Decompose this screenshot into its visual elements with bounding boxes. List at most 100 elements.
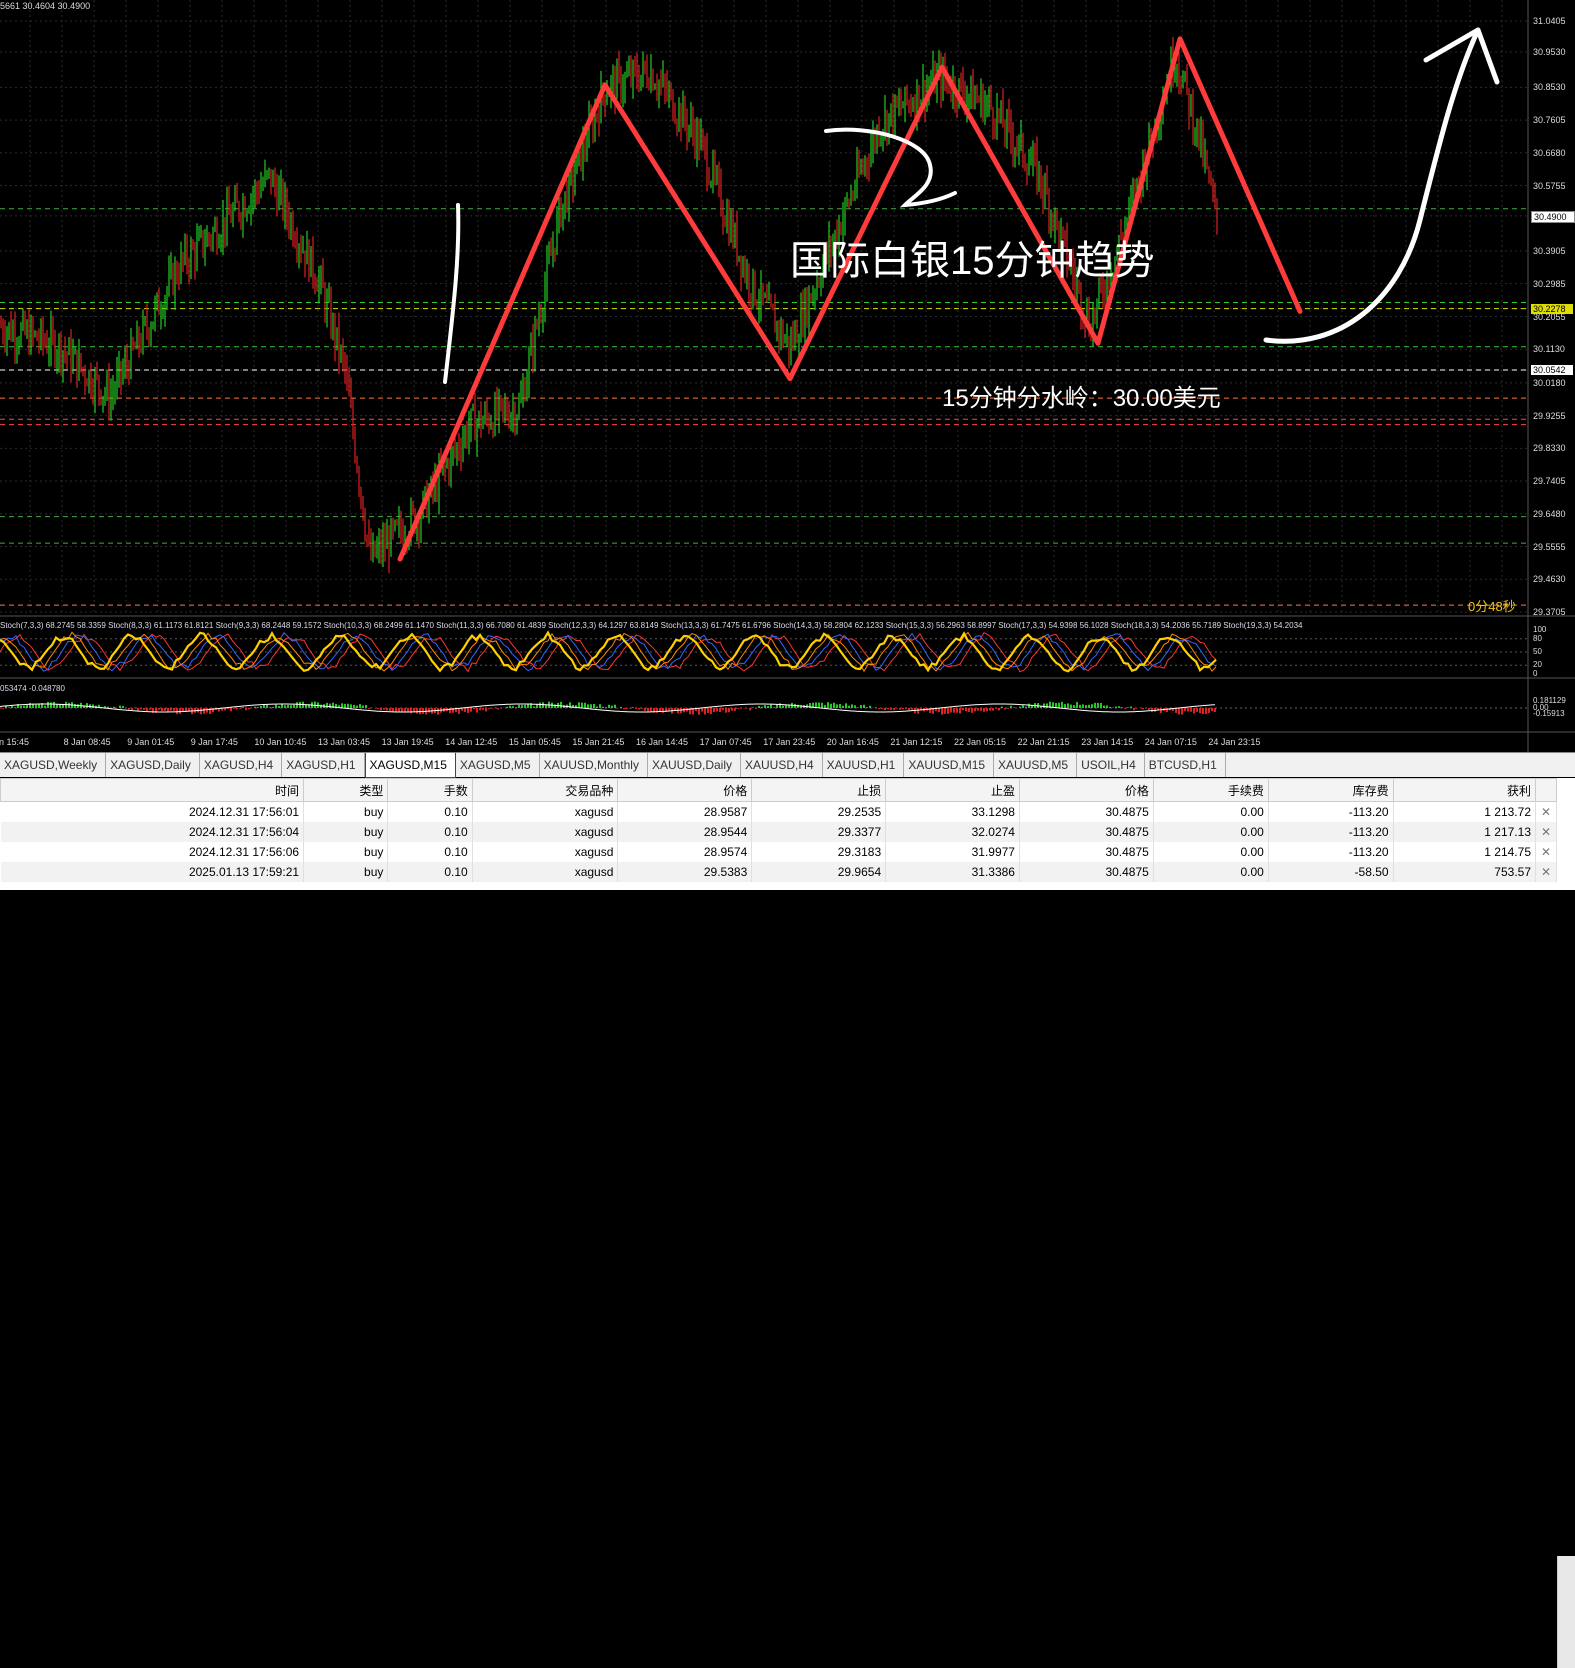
table-cell: 29.3183: [751, 842, 887, 862]
table-cell: 2024.12.31 17:56:01: [0, 801, 305, 822]
column-header[interactable]: 库存费: [1267, 778, 1394, 802]
column-header[interactable]: 价格: [1018, 778, 1154, 802]
table-cell: -58.50: [1268, 862, 1394, 882]
time-axis-label: 13 Jan 03:45: [318, 737, 371, 747]
close-position-icon[interactable]: ✕: [1535, 822, 1557, 842]
table-cell: 30.4875: [1019, 822, 1154, 842]
column-header[interactable]: 时间: [0, 778, 305, 802]
close-position-icon[interactable]: ✕: [1535, 801, 1557, 822]
price-axis-label: 29.6480: [1533, 508, 1566, 519]
time-axis-label: 17 Jan 07:45: [699, 737, 752, 747]
tab-btcusd-h1[interactable]: BTCUSD,H1: [1145, 753, 1226, 777]
tab-xauusd-daily[interactable]: XAUUSD,Daily: [648, 753, 741, 777]
time-axis-label: 14 Jan 12:45: [445, 737, 498, 747]
table-cell: 0.00: [1153, 801, 1269, 822]
table-cell: 30.4875: [1019, 862, 1154, 882]
column-header[interactable]: 止盈: [885, 778, 1020, 802]
annotation-title: 国际白银15分钟趋势: [790, 239, 1155, 283]
chart-area[interactable]: 5661 30.4604 30.4900 31.0405 30.9530 30.85…: [0, 0, 1575, 752]
price-axis-label: 31.0405: [1533, 16, 1566, 26]
table-cell: -113.20: [1268, 822, 1394, 842]
column-header[interactable]: 交易品种: [471, 778, 619, 802]
price-chart[interactable]: [0, 0, 1575, 752]
table-cell: 0.00: [1153, 822, 1269, 842]
price-axis-label: 30.6680: [1533, 147, 1566, 158]
column-header[interactable]: 获利: [1392, 778, 1537, 802]
table-cell: 32.0274: [885, 822, 1020, 842]
table-row[interactable]: 2025.01.13 17:59:21 buy 0.10 xagusd 29.5383 2…: [0, 862, 1557, 882]
table-row[interactable]: 2024.12.31 17:56:04 buy 0.10 xagusd 28.9544 2…: [0, 822, 1557, 842]
table-row[interactable]: 2024.12.31 17:56:06 buy 0.10 xagusd 28.9574 2…: [0, 842, 1557, 862]
table-cell: 29.5383: [617, 862, 753, 882]
stoch-indicator-info: Stoch(7,3,3) 68.2745 58.3359 Stoch(8,3,3…: [0, 621, 1303, 630]
time-axis-label: 15 Jan 05:45: [508, 737, 561, 747]
column-header[interactable]: 类型: [303, 778, 389, 802]
table-cell: 1 213.72: [1393, 801, 1537, 822]
chart-tabs-bar: XAGUSD,Weekly XAGUSD,Daily XAGUSD,H4 XAGUSD…: [0, 752, 1575, 778]
time-axis-label: 23 Jan 14:15: [1081, 737, 1134, 747]
time-axis-label: 24 Jan 23:15: [1208, 737, 1261, 747]
time-axis-label: 9 Jan 01:45: [127, 737, 175, 747]
column-header[interactable]: 价格: [617, 778, 753, 802]
stoch-axis-label: 20: [1533, 660, 1542, 670]
column-header[interactable]: 手续费: [1152, 778, 1269, 802]
price-axis-label: 29.3705: [1533, 607, 1566, 617]
table-cell: 28.9587: [617, 801, 753, 822]
scrollbar[interactable]: [1557, 1556, 1575, 1668]
chart-info: 5661 30.4604 30.4900: [0, 1, 91, 11]
price-axis-label: 30.3905: [1533, 246, 1566, 257]
table-cell: xagusd: [472, 822, 619, 842]
tab-xauusd-m15[interactable]: XAUUSD,M15: [904, 753, 995, 777]
column-header[interactable]: 止损: [751, 778, 887, 802]
tab-xauusd-monthly[interactable]: XAUUSD,Monthly: [540, 753, 648, 777]
column-header-close: [1535, 778, 1557, 802]
table-cell: 0.00: [1153, 862, 1269, 882]
bar-countdown: 0分48秒: [1468, 599, 1516, 614]
table-cell: 28.9574: [617, 842, 753, 862]
tab-xauusd-m5[interactable]: XAUUSD,M5: [994, 753, 1078, 777]
hand-line-annotation: [443, 203, 461, 384]
table-cell: 1 214.75: [1393, 842, 1537, 862]
table-body: 2024.12.31 17:56:01 buy 0.10 xagusd 28.9587 2…: [0, 801, 1557, 882]
tab-xagusd-m5[interactable]: XAGUSD,M5: [456, 753, 540, 777]
macd-axis-label: -0.15913: [1533, 709, 1565, 719]
close-position-icon[interactable]: ✕: [1535, 862, 1557, 882]
stoch-axis-label: 0: [1533, 669, 1538, 678]
time-axis-label: 22 Jan 21:15: [1017, 737, 1070, 747]
time-axis-label: 20 Jan 16:45: [826, 737, 879, 747]
table-cell: 31.9977: [885, 842, 1020, 862]
tab-usoil-h4[interactable]: USOIL,H4: [1077, 753, 1145, 777]
price-axis-label: 30.9530: [1533, 46, 1566, 57]
price-axis-label: 29.7405: [1533, 476, 1566, 487]
tab-xagusd-h4[interactable]: XAGUSD,H4: [200, 753, 283, 777]
price-axis-label: 30.2985: [1533, 278, 1566, 289]
trade-table-container: 时间 类型 手数 交易品种 价格 止损 止盈 价格 手续费 库存费 获利 2024.12.31 17…: [0, 778, 1575, 1668]
table-cell: 2025.01.13 17:59:21: [0, 862, 305, 882]
tab-xagusd-weekly[interactable]: XAGUSD,Weekly: [0, 753, 107, 777]
tab-xagusd-m15[interactable]: XAGUSD,M15: [364, 753, 456, 778]
table-cell: 29.3377: [751, 822, 887, 842]
time-axis-label: 16 Jan 14:45: [636, 737, 689, 747]
price-axis-label: 30.2055: [1533, 311, 1566, 322]
tab-xauusd-h4[interactable]: XAUUSD,H4: [741, 753, 823, 777]
price-axis-label: 30.5755: [1533, 180, 1566, 191]
table-cell: 29.2535: [751, 801, 887, 822]
tab-xagusd-daily[interactable]: XAGUSD,Daily: [106, 753, 200, 777]
table-cell: 28.9544: [617, 822, 753, 842]
macd-indicator-info: 053474 -0.048780: [0, 684, 65, 693]
column-header[interactable]: 手数: [387, 778, 473, 802]
price-axis-label: 30.0542: [1531, 365, 1573, 376]
table-cell: 0.10: [387, 842, 473, 862]
table-cell: 30.4875: [1019, 842, 1154, 862]
tab-xauusd-h1[interactable]: XAUUSD,H1: [823, 753, 905, 777]
tab-xagusd-h1[interactable]: XAGUSD,H1: [282, 753, 365, 777]
table-cell: buy: [303, 842, 389, 862]
price-axis-label: 30.7605: [1533, 115, 1566, 126]
table-cell: 2024.12.31 17:56:04: [0, 822, 305, 842]
table-cell: 33.1298: [885, 801, 1020, 822]
close-position-icon[interactable]: ✕: [1535, 842, 1557, 862]
table-cell: -113.20: [1268, 842, 1394, 862]
price-axis-label: 30.8530: [1533, 82, 1566, 93]
table-cell: 30.4875: [1019, 801, 1154, 822]
table-row[interactable]: 2024.12.31 17:56:01 buy 0.10 xagusd 28.9587 2…: [0, 801, 1557, 822]
